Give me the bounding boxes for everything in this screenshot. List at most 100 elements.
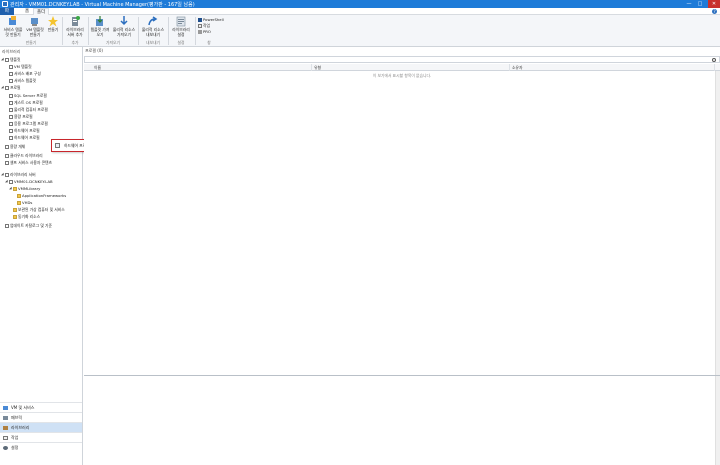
tree-item[interactable]: 업데이트 카탈로그 및 기준 xyxy=(5,223,52,229)
folder-icon xyxy=(17,200,21,205)
folder-icon xyxy=(13,215,17,220)
tree-item-label: VHDs xyxy=(22,199,33,205)
details-scrollbar[interactable] xyxy=(715,376,720,465)
tree-node-icon xyxy=(9,93,13,98)
tree-item[interactable]: ◢ 프로필 xyxy=(1,85,21,91)
ribbon-tabs: 파일 홈 폴더 ? xyxy=(0,8,720,21)
main-content: 프로필 (0) 이름 유형 소유자 이 보기에서 표시할 항목이 없습니다. xyxy=(84,47,720,375)
help-icon[interactable]: ? xyxy=(712,9,717,14)
group-separator xyxy=(168,17,169,45)
group-label-create: 만들기 xyxy=(25,40,37,45)
export-physical-resource-button[interactable]: 물리적 리소스 내보내기 xyxy=(140,16,166,37)
tree-item-label: 동기화 리소스 xyxy=(18,214,41,220)
powershell-button[interactable]: PowerShell xyxy=(198,17,224,22)
tree-item[interactable]: VM 템플릿 xyxy=(9,64,32,70)
maximize-button[interactable]: □ xyxy=(695,0,705,8)
expand-triangle-icon[interactable]: ◢ xyxy=(1,172,4,176)
tree-item[interactable]: 보관된 가상 컴퓨터 및 서비스 xyxy=(13,207,65,213)
folder-icon xyxy=(13,186,17,191)
workspace-library[interactable]: 라이브러리 xyxy=(0,422,82,432)
folder-icon xyxy=(13,208,17,212)
tree-item[interactable]: 동기화 리소스 xyxy=(13,214,40,220)
tree-item[interactable]: 용량 프로필 xyxy=(9,114,33,120)
add-library-server-button[interactable]: 라이브러리 서버 추가 xyxy=(64,16,86,37)
tree-node-icon xyxy=(9,136,13,141)
workspace-jobs[interactable]: 작업 xyxy=(0,432,82,442)
import-physical-resource-button[interactable]: 물리적 리소스 가져오기 xyxy=(112,16,136,37)
tree-item[interactable]: 하드웨어 프로필 xyxy=(9,135,40,141)
create-button[interactable]: 만들기 xyxy=(46,16,60,33)
tab-home[interactable]: 홈 xyxy=(22,8,32,15)
tree-node-icon xyxy=(5,172,9,177)
tree-item[interactable]: 서비스 템플릿 xyxy=(9,78,36,84)
column-header-name[interactable]: 이름 xyxy=(92,64,312,71)
tree-item[interactable]: ◢ 라이브러리 서버 xyxy=(1,172,36,178)
vm-template-icon xyxy=(31,18,38,26)
empty-message: 이 보기에서 표시할 항목이 없습니다. xyxy=(372,73,432,78)
button-label: 템플릿 가져오기 xyxy=(90,27,110,37)
library-settings-button[interactable]: 라이브러리 설정 xyxy=(170,16,192,37)
group-label-settings: 설정 xyxy=(177,40,185,45)
powershell-icon xyxy=(198,18,202,22)
close-button[interactable]: ✕ xyxy=(708,0,720,8)
search-input[interactable] xyxy=(84,56,720,63)
create-star-icon xyxy=(48,16,58,27)
tree-item[interactable]: ◢ VMMLibrary xyxy=(9,186,40,191)
workspace-fabric[interactable]: 패브릭 xyxy=(0,412,82,422)
tree-item[interactable]: 클라우드 라이브러리 xyxy=(5,153,43,159)
column-header-owner[interactable]: 소유자 xyxy=(510,64,715,71)
tree-item-label: 업데이트 카탈로그 및 기준 xyxy=(10,223,53,229)
tree-item[interactable]: 게스트 OS 프로필 xyxy=(9,100,43,106)
tab-folder[interactable]: 폴더 xyxy=(33,8,50,15)
tree-node-icon xyxy=(9,107,13,112)
expand-triangle-icon[interactable]: ◢ xyxy=(1,57,4,61)
workspace-settings[interactable]: 설정 xyxy=(0,442,82,452)
create-service-template-button[interactable]: 서비스 템플릿 만들기 xyxy=(2,16,24,37)
tree-item[interactable]: 서비스 배포 구성 xyxy=(9,71,41,77)
workspace-vms-services[interactable]: VM 및 서비스 xyxy=(0,402,82,412)
tree-item-label: 보관된 가상 컴퓨터 및 서비스 xyxy=(18,207,65,212)
tree-item[interactable]: ApplicationFrameworks xyxy=(17,193,66,198)
tree-node-icon xyxy=(9,129,13,133)
tree-item-label: VM 템플릿 xyxy=(14,64,32,70)
tree-node-icon xyxy=(9,179,13,184)
expand-triangle-icon[interactable]: ◢ xyxy=(5,179,8,183)
tree-item[interactable]: 응용 프로그램 프로필 xyxy=(9,121,48,127)
tree-item[interactable]: SQL Server 프로필 xyxy=(9,93,47,99)
left-navigation-panel: 라이브러리 ◢ 템플릿 VM 템플릿 서비스 배포 구성 서비스 템플릿 ◢ 프로필 SQL … xyxy=(0,47,83,465)
panel-header: 라이브러리 xyxy=(2,49,21,54)
tree-node-icon xyxy=(5,145,9,150)
window-title: 관리자 - VMM01.DCNKEY.LAB - Virtual Machine… xyxy=(10,2,195,8)
column-header-type[interactable]: 유형 xyxy=(312,64,510,71)
group-separator xyxy=(195,17,196,45)
import-template-icon xyxy=(96,16,103,26)
tree-node-icon xyxy=(5,224,9,229)
tree-item[interactable]: 용량 개체 xyxy=(5,144,25,150)
tree-node-icon xyxy=(9,121,13,126)
tree-item[interactable]: 셀프 서비스 사용자 콘텐츠 xyxy=(5,160,52,166)
vertical-scrollbar[interactable] xyxy=(715,71,720,375)
tree-item[interactable]: ◢ 템플릿 xyxy=(1,57,20,63)
tree-item[interactable]: 하드웨어 프로필 xyxy=(9,128,40,134)
tree-item-label: 프로필 xyxy=(10,85,21,91)
fabric-icon xyxy=(3,416,8,420)
tab-file[interactable]: 파일 xyxy=(0,8,14,21)
pro-button[interactable]: PRO xyxy=(198,29,211,34)
tree-item[interactable]: 물리적 컴퓨터 프로필 xyxy=(9,107,48,113)
group-label-window: 창 xyxy=(207,40,211,45)
tree-item[interactable]: VHDs xyxy=(17,200,32,205)
tree-item[interactable]: ◢ VMM01.DCNKEY.LAB xyxy=(5,179,53,184)
tree-item-label: 게스트 OS 프로필 xyxy=(14,99,43,105)
tree-item-label: 서비스 템플릿 xyxy=(14,78,37,84)
minimize-button[interactable]: — xyxy=(684,0,694,8)
button-label: 물리적 리소스 가져오기 xyxy=(112,27,136,37)
import-template-button[interactable]: 템플릿 가져오기 xyxy=(90,16,110,37)
expand-triangle-icon[interactable]: ◢ xyxy=(9,186,12,190)
group-label-import: 가져오기 xyxy=(106,40,120,45)
search-icon[interactable] xyxy=(712,58,716,62)
create-vm-template-button[interactable]: VM 템플릿 만들기 xyxy=(25,16,45,37)
app-icon xyxy=(2,1,8,7)
tree-item-label: 클라우드 라이브러리 xyxy=(10,153,43,159)
vm-services-icon xyxy=(3,406,8,410)
expand-triangle-icon[interactable]: ◢ xyxy=(1,85,4,89)
